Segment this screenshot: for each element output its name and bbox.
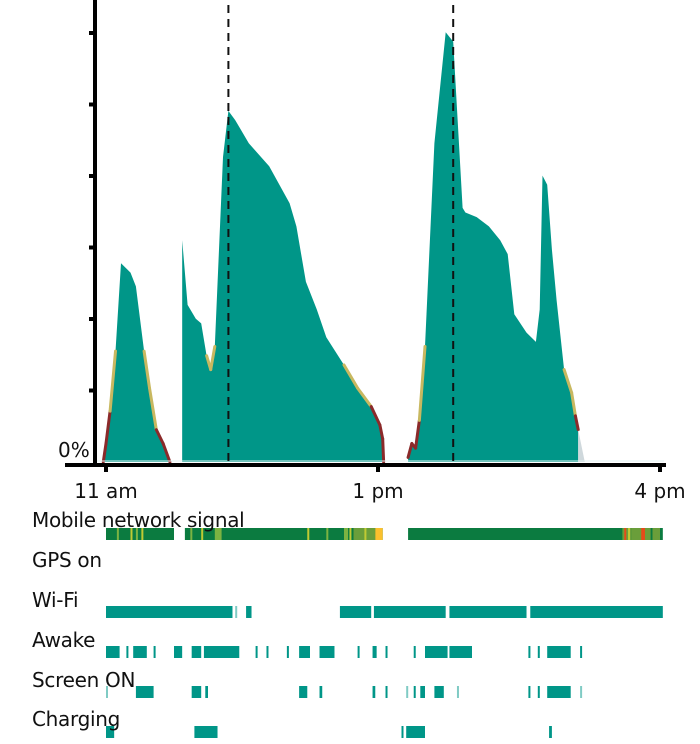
awake-bar [255,646,258,658]
awake-bar [372,646,377,658]
screen-bar [580,686,583,698]
screen-bar [205,686,208,698]
signal-bar [622,528,632,540]
screen-bar [191,686,202,698]
charging-bar [194,726,218,738]
charging-bar [406,726,425,738]
x-tick-label: 1 pm [352,479,403,503]
awake-bar [537,646,540,658]
signal-bar [349,528,352,540]
charging-bar [549,726,552,738]
row-label-signal: Mobile network signal [32,508,245,532]
wifi-bar [373,606,446,618]
charging-bar [401,726,404,738]
row-label-gps: GPS on [32,548,102,572]
awake-bar [191,646,202,658]
awake-bar [126,646,129,658]
screen-bar [434,686,444,698]
wifi-bar [106,606,233,618]
awake-bar [106,646,120,658]
awake-bar [528,646,531,658]
awake-bar [547,646,571,658]
awake-bar [203,646,240,658]
awake-bar [425,646,448,658]
screen-bar [406,686,409,698]
x-tick-label: 11 am [74,479,138,503]
signal-bar [624,528,627,540]
screen-bar [135,686,154,698]
screen-bar [319,686,323,698]
screen-bar [528,686,531,698]
signal-bar [364,528,367,540]
screen-bar [456,686,459,698]
awake-bar [449,646,472,658]
row-label-wifi: Wi-Fi [32,588,79,612]
row-label-screen: Screen ON [32,668,136,692]
awake-bar [357,646,360,658]
signal-bar [344,528,349,540]
awake-bar [174,646,183,658]
awake-bar [385,646,388,658]
awake-bar [266,646,269,658]
screen-bar [420,686,425,698]
awake-bar [153,646,156,658]
screen-bar [372,686,376,698]
battery-segment-3-area [408,32,579,463]
battery-low-segment [381,437,386,464]
x-tick-label: 4 pm [634,479,685,503]
signal-bar [375,528,383,540]
wifi-bar [530,606,663,618]
screen-bar [537,686,540,698]
awake-bar [413,646,416,658]
screen-bar [385,686,388,698]
signal-bar [652,528,660,540]
wifi-bar [449,606,527,618]
signal-bar [628,528,631,540]
awake-bar [133,646,147,658]
awake-bar [286,646,289,658]
battery-segment-2-area [182,110,384,463]
screen-bar [413,686,416,698]
screen-bar [299,686,308,698]
row-label-awake: Awake [32,628,96,652]
signal-bar [641,528,645,540]
signal-bar [631,528,651,540]
y-tick-label: 0% [58,438,90,462]
row-label-charging: Charging [32,707,120,731]
awake-bar [319,646,335,658]
wifi-bar [246,606,252,618]
battery-projection-area [578,429,585,462]
wifi-bar [235,606,238,618]
signal-bar [326,528,329,540]
awake-bar [580,646,583,658]
wifi-bar [339,606,372,618]
signal-bar [307,528,310,540]
battery-history-chart: 0% 11 am 1 pm 4 pm [58,0,686,738]
screen-bar [547,686,571,698]
awake-bar [299,646,310,658]
